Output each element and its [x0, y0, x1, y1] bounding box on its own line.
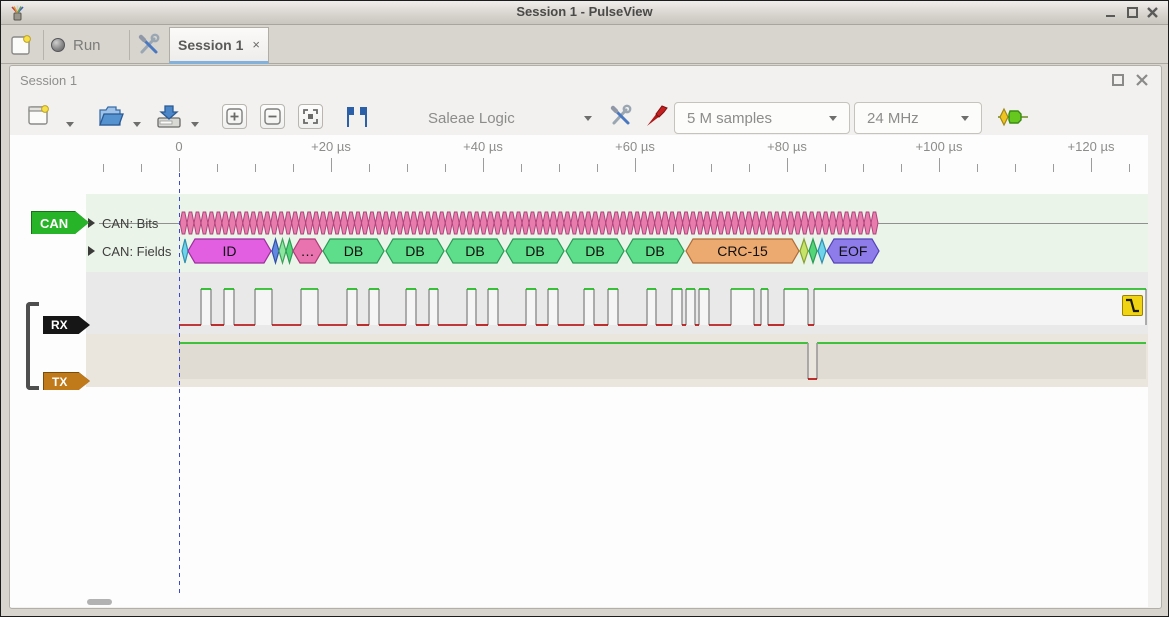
show-cursors-button[interactable] [342, 104, 372, 134]
sample-count-select[interactable]: 5 M samples [674, 102, 850, 134]
run-label: Run [73, 37, 101, 54]
tab-close-icon[interactable]: × [252, 37, 260, 52]
run-led-icon [51, 38, 65, 52]
zoom-out-button[interactable] [260, 104, 285, 129]
tab-session-1[interactable]: Session 1 × [169, 27, 269, 64]
main-toolbar: Run Session 1 × [1, 26, 1168, 64]
pulseview-window: Session 1 - PulseView Run [0, 0, 1169, 617]
titlebar[interactable]: Session 1 - PulseView [1, 1, 1168, 25]
open-dropdown-arrow[interactable] [133, 114, 141, 132]
new-view-dropdown-arrow[interactable] [66, 114, 74, 132]
toolbar-separator [43, 30, 44, 60]
settings-icon[interactable] [135, 31, 163, 59]
tab-label: Session 1 [178, 37, 243, 53]
zoom-fit-button[interactable] [298, 104, 323, 129]
sample-rate-value: 24 MHz [867, 110, 919, 127]
session-dock: Session 1 [9, 65, 1162, 609]
minimize-button[interactable] [1101, 3, 1120, 22]
channels-probe-icon[interactable] [643, 102, 671, 132]
new-session-button[interactable] [9, 32, 37, 58]
sample-rate-select[interactable]: 24 MHz [854, 102, 982, 134]
dock-close-icon[interactable] [1133, 71, 1151, 89]
device-select[interactable]: Saleae Logic [422, 102, 598, 134]
new-view-button[interactable] [26, 102, 52, 132]
add-decoder-icon[interactable] [997, 106, 1029, 136]
save-dropdown-arrow[interactable] [191, 114, 199, 132]
sample-count-value: 5 M samples [687, 110, 772, 127]
open-file-button[interactable] [96, 102, 124, 132]
dock-float-button[interactable] [1109, 71, 1127, 89]
configure-device-icon[interactable] [607, 102, 635, 132]
save-button[interactable] [154, 102, 184, 132]
run-button[interactable]: Run [51, 32, 123, 58]
maximize-button[interactable] [1123, 3, 1142, 22]
window-title: Session 1 - PulseView [1, 4, 1168, 19]
close-button[interactable] [1143, 3, 1162, 22]
device-label: Saleae Logic [428, 110, 515, 127]
zoom-in-button[interactable] [222, 104, 247, 129]
dock-title: Session 1 [20, 73, 77, 88]
toolbar-separator [129, 30, 130, 60]
